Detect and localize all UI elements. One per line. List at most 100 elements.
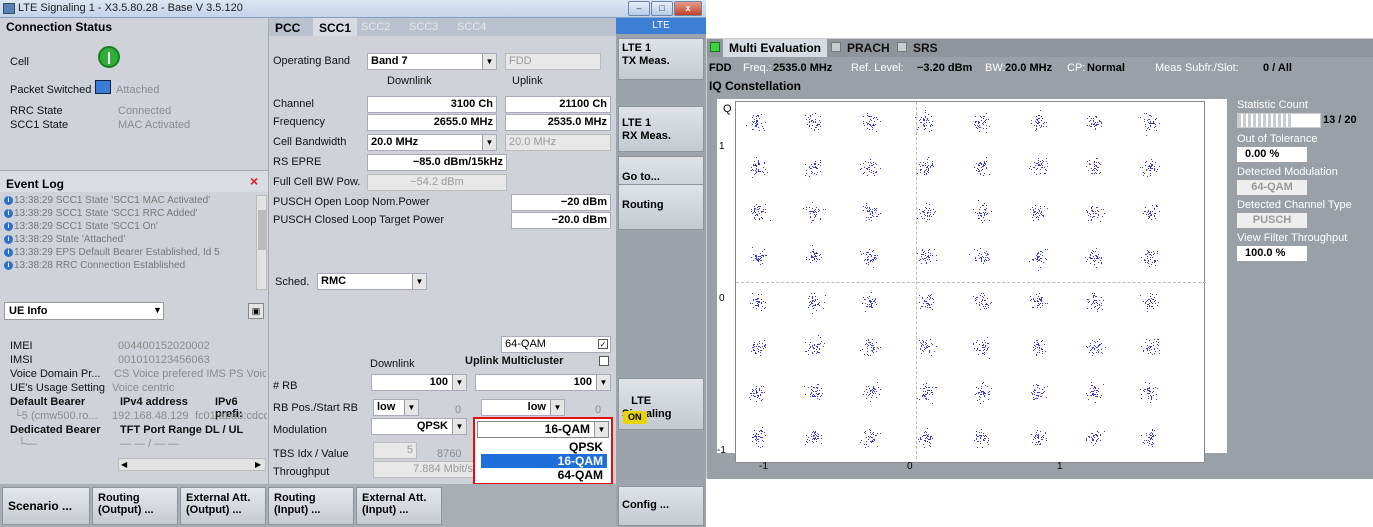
frequency-dl-input[interactable]: 2655.0 MHz — [367, 114, 497, 131]
iq-sample-point — [807, 117, 809, 119]
iq-sample-point — [1090, 382, 1092, 384]
modulation-dl-select[interactable]: QPSK ▼ — [371, 418, 467, 435]
iq-sample-point — [1145, 161, 1147, 163]
iq-sample-point — [929, 256, 931, 258]
rb-dl-select[interactable]: 100 ▼ — [371, 374, 467, 391]
iq-sample-point — [1150, 399, 1152, 401]
iq-sample-point — [1037, 346, 1039, 348]
routing-input-button[interactable]: Routing (Input) ... — [268, 487, 354, 525]
iq-sample-point — [987, 441, 989, 443]
lte-signaling-softkey[interactable]: LTE Signaling ON — [618, 378, 704, 430]
option-64qam[interactable]: 64-QAM — [481, 468, 607, 482]
out-of-tolerance-label: Out of Tolerance — [1237, 133, 1318, 145]
tx-meas-softkey[interactable]: LTE 1 TX Meas. — [618, 38, 704, 80]
iq-sample-point — [1153, 126, 1155, 128]
iq-sample-point — [1090, 394, 1092, 396]
rb-pos-ul-select[interactable]: low ▼ — [481, 399, 565, 416]
iq-sample-point — [758, 258, 760, 260]
tab-scc4[interactable]: SCC4 — [457, 21, 486, 33]
tab-pcc[interactable]: PCC — [275, 21, 300, 35]
ue-info-select[interactable]: UE Info ▼ — [4, 302, 164, 320]
iq-sample-point — [1155, 125, 1157, 127]
tab-prach[interactable]: PRACH — [847, 41, 890, 55]
tab-scc1[interactable]: SCC1 — [313, 18, 358, 36]
modulation-ul-select[interactable]: 16-QAM ▼ — [477, 421, 609, 438]
iq-sample-point — [1141, 256, 1143, 258]
iq-sample-point — [1093, 264, 1095, 266]
iq-sample-point — [1092, 217, 1094, 219]
operating-band-select[interactable]: Band 7 ▼ — [367, 53, 497, 70]
pusch-closed-loop-input[interactable]: −20.0 dBm — [511, 212, 611, 229]
scroll-left-icon[interactable]: ◀ — [121, 460, 127, 469]
scrollbar-thumb[interactable] — [258, 210, 266, 250]
pusch-open-loop-input[interactable]: −20 dBm — [511, 194, 611, 211]
iq-sample-point — [753, 343, 755, 345]
multicluster-checkbox[interactable] — [599, 356, 609, 366]
event-log-scrollbar[interactable] — [256, 195, 267, 290]
tab-scc2[interactable]: SCC2 — [361, 21, 390, 33]
tab-scc3[interactable]: SCC3 — [409, 21, 438, 33]
iq-sample-point — [987, 392, 989, 393]
iq-sample-point — [927, 213, 929, 215]
iq-sample-point — [815, 261, 817, 263]
scheduling-select[interactable]: RMC ▼ — [317, 273, 427, 290]
iq-sample-point — [1033, 390, 1034, 392]
frequency-ul-input[interactable]: 2535.0 MHz — [505, 114, 611, 131]
rb-pos-dl-select[interactable]: low ▼ — [373, 399, 419, 416]
option-16qam[interactable]: 16-QAM — [481, 454, 607, 468]
iq-sample-point — [980, 390, 982, 392]
iq-sample-point — [980, 402, 982, 404]
qam64-checkbox[interactable]: ✓ — [598, 339, 608, 349]
channel-dl-input[interactable]: 3100 Ch — [367, 96, 497, 113]
maximize-button[interactable]: □ — [651, 1, 673, 16]
scroll-right-icon[interactable]: ▶ — [255, 460, 261, 469]
iq-sample-point — [805, 350, 807, 352]
iq-sample-point — [921, 345, 922, 347]
iq-sample-point — [765, 301, 766, 303]
iq-sample-point — [1097, 434, 1099, 436]
collapse-icon[interactable]: ▣ — [248, 303, 264, 319]
iq-sample-point — [1036, 216, 1038, 218]
iq-sample-point — [1035, 116, 1037, 117]
iq-sample-point — [925, 259, 927, 261]
rs-epre-input[interactable]: −85.0 dBm/15kHz — [367, 154, 507, 171]
channel-ul-input[interactable]: 21100 Ch — [505, 96, 611, 113]
scheduling-value: RMC — [321, 275, 347, 287]
iq-sample-point — [867, 251, 869, 253]
iq-sample-point — [1145, 113, 1147, 115]
routing-output-button[interactable]: Routing (Output) ... — [92, 487, 178, 525]
iq-sample-point — [1149, 169, 1151, 171]
qam64-checkbox-field[interactable]: 64-QAM ✓ — [501, 336, 611, 353]
rx-meas-softkey[interactable]: LTE 1 RX Meas. — [618, 106, 704, 152]
iq-sample-point — [864, 310, 866, 312]
rb-ul-select[interactable]: 100 ▼ — [475, 374, 611, 391]
iq-sample-point — [809, 347, 811, 348]
ue-info-hscrollbar[interactable]: ◀ ▶ — [118, 458, 266, 471]
external-att-input-button[interactable]: External Att. (Input) ... — [356, 487, 442, 525]
iq-sample-point — [811, 441, 813, 442]
routing-softkey[interactable]: Routing — [618, 184, 704, 230]
iq-sample-point — [1038, 219, 1040, 221]
config-softkey[interactable]: Config ... — [618, 486, 704, 526]
scenario-button[interactable]: Scenario ... — [2, 487, 90, 525]
option-qpsk[interactable]: QPSK — [481, 440, 607, 454]
iq-sample-point — [1040, 439, 1042, 441]
iq-sample-point — [759, 393, 761, 395]
tab-srs[interactable]: SRS — [913, 41, 938, 55]
iq-sample-point — [808, 350, 810, 351]
imsi-value: 001010123456063 — [118, 354, 210, 366]
bandwidth-dl-select[interactable]: 20.0 MHz ▼ — [367, 134, 497, 151]
iq-sample-point — [988, 125, 990, 127]
event-log-close-icon[interactable]: × — [250, 173, 258, 189]
iq-sample-point — [1158, 349, 1160, 351]
modulation-ul-dropdown[interactable]: 16-QAM ▼ QPSK 16-QAM 64-QAM — [473, 417, 613, 485]
minimize-button[interactable]: – — [628, 1, 650, 16]
iq-sample-point — [1143, 349, 1144, 351]
close-button[interactable]: x — [674, 1, 702, 16]
iq-sample-point — [1159, 353, 1161, 355]
iq-sample-point — [1153, 208, 1155, 210]
external-att-output-button[interactable]: External Att. (Output) ... — [180, 487, 266, 525]
tab-multi-evaluation[interactable]: Multi Evaluation — [723, 39, 828, 57]
bearer-row-id[interactable]: └5 (cmw500.ro... — [14, 410, 98, 422]
detected-modulation-label: Detected Modulation — [1237, 166, 1338, 178]
